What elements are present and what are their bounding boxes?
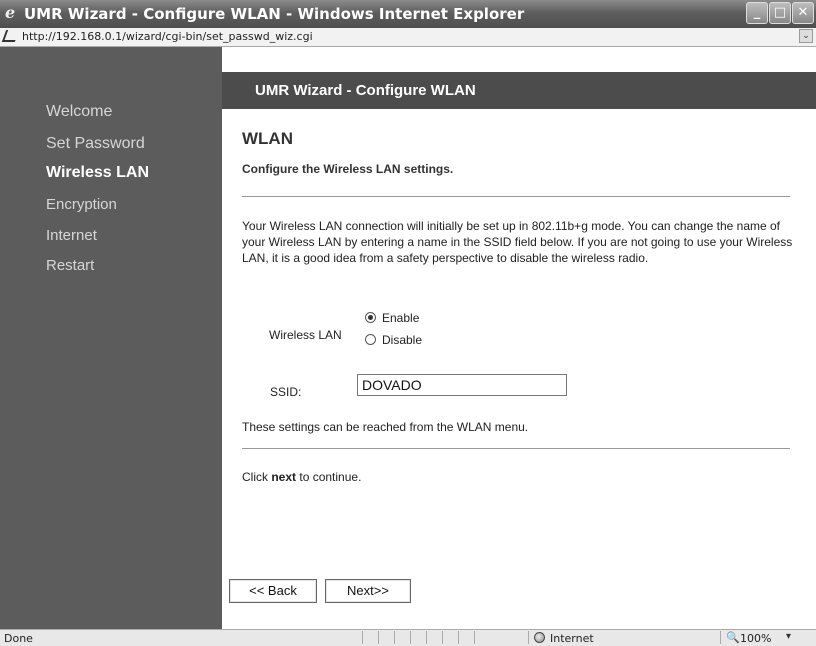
reach-text: These settings can be reached from the W… <box>242 420 529 434</box>
status-bar: Done Internet 🔍 100% ▾ <box>0 629 816 646</box>
status-separator <box>394 631 395 644</box>
sidebar-item-encryption[interactable]: Encryption <box>46 196 117 213</box>
status-separator <box>458 631 459 644</box>
status-separator <box>474 631 475 644</box>
status-separator <box>410 631 411 644</box>
next-keyword: next <box>271 470 297 484</box>
minimize-button[interactable]: _ <box>746 2 768 24</box>
ie-logo-icon: e <box>5 3 16 22</box>
divider <box>242 448 790 449</box>
page-header: UMR Wizard - Configure WLAN <box>222 72 816 109</box>
sidebar-item-restart[interactable]: Restart <box>46 257 94 274</box>
sidebar-item-set-password[interactable]: Set Password <box>46 135 145 153</box>
wizard-main: UMR Wizard - Configure WLAN WLAN Configu… <box>222 47 816 629</box>
description-text: Your Wireless LAN connection will initia… <box>242 219 793 265</box>
status-separator <box>720 631 721 644</box>
disable-radio-label[interactable]: Disable <box>382 333 422 347</box>
page-icon <box>1 30 20 42</box>
status-separator <box>426 631 427 644</box>
wireless-lan-label: Wireless LAN <box>269 328 342 342</box>
browser-window: e UMR Wizard - Configure WLAN - Windows … <box>0 0 816 646</box>
title-bar: e UMR Wizard - Configure WLAN - Windows … <box>0 0 816 28</box>
ssid-label: SSID: <box>270 385 302 399</box>
status-separator <box>378 631 379 644</box>
status-text: Done <box>4 632 33 645</box>
status-separator <box>442 631 443 644</box>
page-header-title: UMR Wizard - Configure WLAN <box>255 82 476 99</box>
status-separator <box>528 631 529 644</box>
divider <box>242 196 790 197</box>
address-url[interactable]: http://192.168.0.1/wizard/cgi-bin/set_pa… <box>22 30 313 43</box>
address-dropdown-button[interactable]: ⌄ <box>799 29 813 43</box>
next-button[interactable]: Next>> <box>325 579 411 603</box>
zoom-dropdown-icon[interactable]: ▾ <box>786 631 791 642</box>
sidebar-item-internet[interactable]: Internet <box>46 227 97 244</box>
maximize-button[interactable]: □ <box>769 2 791 24</box>
zoom-level[interactable]: 100% <box>740 632 771 645</box>
ssid-input[interactable]: DOVADO <box>357 374 567 396</box>
continue-instruction: Click next to continue. <box>242 470 362 484</box>
security-zone[interactable]: Internet <box>550 632 594 645</box>
zoom-icon: 🔍 <box>726 631 740 644</box>
disable-radio[interactable] <box>365 334 376 345</box>
close-button[interactable]: ✕ <box>792 2 814 24</box>
enable-radio-label[interactable]: Enable <box>382 311 419 325</box>
status-separator <box>362 631 363 644</box>
address-bar[interactable]: http://192.168.0.1/wizard/cgi-bin/set_pa… <box>0 28 816 47</box>
wizard-sidebar: Welcome Set Password Wireless LAN Encryp… <box>0 47 222 629</box>
page-subtitle: Configure the Wireless LAN settings. <box>242 162 454 176</box>
page-content: Welcome Set Password Wireless LAN Encryp… <box>0 47 816 629</box>
window-title: UMR Wizard - Configure WLAN - Windows In… <box>24 5 525 23</box>
page-title: WLAN <box>242 129 293 148</box>
radio-selected-dot <box>368 315 373 320</box>
enable-radio[interactable] <box>365 312 376 323</box>
sidebar-item-wireless-lan[interactable]: Wireless LAN <box>46 164 149 182</box>
sidebar-item-welcome[interactable]: Welcome <box>46 103 112 121</box>
globe-icon <box>534 632 545 643</box>
back-button[interactable]: << Back <box>229 579 317 603</box>
